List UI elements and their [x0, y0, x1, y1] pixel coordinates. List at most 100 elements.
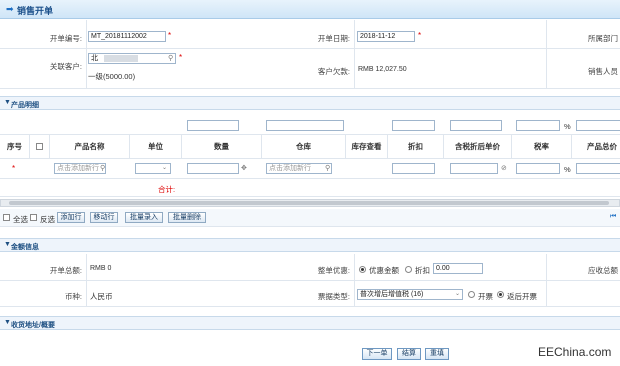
first-page-icon[interactable]: ⏮ — [610, 213, 616, 221]
invoice-type-label: 票据类型: — [317, 292, 350, 301]
filter-price-input[interactable] — [450, 120, 502, 131]
settle-button[interactable]: 结算 — [397, 348, 421, 360]
filter-discount-input[interactable] — [392, 120, 435, 131]
dept-label: 所属部门 — [588, 34, 618, 43]
total-input[interactable] — [576, 163, 620, 174]
invoice-label: 开票 — [478, 292, 493, 301]
collapse-icon: ▼ — [4, 241, 11, 248]
stepper-icon[interactable]: ✥ — [241, 164, 247, 172]
blurred-text — [103, 54, 138, 62]
percent-sign: % — [564, 122, 571, 131]
filter-total-input[interactable] — [576, 120, 620, 131]
debt-value: RMB 12,027.50 — [358, 66, 407, 73]
invoice-later-label: 返后开票 — [507, 292, 537, 301]
select-all-label: 全选 — [13, 215, 28, 224]
required-mark: * — [168, 31, 172, 40]
col-discount: 折扣 — [388, 135, 444, 159]
collapse-icon: ▼ — [4, 99, 11, 106]
next-order-button[interactable]: 下一单 — [362, 348, 392, 360]
search-icon[interactable]: ⚲ — [100, 164, 105, 172]
table-header: 序号 产品名称 单位 数量 仓库 库存查看 折扣 含税折后单价 税率 产品总价 — [0, 134, 620, 159]
required-mark: * — [418, 31, 422, 40]
move-row-button[interactable]: 移动行 — [90, 212, 118, 223]
collapse-icon: ▼ — [4, 319, 11, 326]
col-stock: 库存查看 — [346, 135, 388, 159]
total-amount-label: 开单总额: — [49, 266, 82, 275]
select-all-checkbox[interactable] — [3, 214, 10, 221]
horizontal-scrollbar[interactable] — [0, 199, 620, 207]
reset-button[interactable]: 重填 — [425, 348, 449, 360]
warehouse-input[interactable]: 点击添加新行 — [266, 163, 332, 174]
discount-label: 整单优惠: — [317, 266, 350, 275]
col-seq: 序号 — [0, 135, 30, 159]
header-checkbox[interactable] — [36, 143, 43, 150]
discount-input[interactable] — [392, 163, 435, 174]
batch-delete-button[interactable]: 批量删除 — [168, 212, 206, 223]
order-no-label: 开单编号: — [49, 34, 82, 43]
customer-level: 一级(5000.00) — [88, 72, 136, 81]
page-title: 销售开单 — [17, 6, 54, 16]
invoice-later-radio[interactable] — [497, 291, 504, 298]
required-mark: * — [179, 53, 183, 62]
search-icon[interactable]: ⚲ — [325, 164, 330, 172]
col-qty: 数量 — [182, 135, 262, 159]
invert-checkbox[interactable] — [30, 214, 37, 221]
products-toolbar: 全选 反选 添加行 移动行 批量录入 批量删除 ⏮ — [0, 209, 620, 227]
filter-tax-input[interactable] — [516, 120, 560, 131]
invoice-radio[interactable] — [468, 291, 475, 298]
row-marker: * — [12, 164, 16, 173]
search-icon[interactable]: ⚲ — [168, 54, 173, 62]
debt-label: 客户欠款: — [317, 67, 350, 76]
batch-import-button[interactable]: 批量录入 — [125, 212, 163, 223]
info-icon[interactable]: ⊘ — [501, 164, 507, 172]
customer-input[interactable]: 北 — [88, 53, 176, 64]
invoice-type-select[interactable]: 普次增后增值税 (16) — [357, 289, 463, 300]
amount-section-header[interactable]: ▼ 金额信息 — [0, 238, 620, 252]
shipping-section-title: 收货地址/概要 — [11, 322, 55, 329]
discount-rate-label: 折扣 — [415, 266, 430, 275]
shipping-section-header[interactable]: ▼ 收货地址/概要 — [0, 316, 620, 330]
discount-input[interactable]: 0.00 — [433, 263, 483, 274]
total-label: 合计: — [158, 185, 176, 194]
totals-row: 合计: — [0, 179, 620, 197]
order-date-input[interactable]: 2018-11-12 — [357, 31, 415, 42]
sales-label: 销售人员 — [588, 67, 618, 76]
price-input[interactable] — [450, 163, 498, 174]
col-warehouse: 仓库 — [262, 135, 346, 159]
currency-label: 币种: — [64, 292, 82, 301]
qty-input[interactable] — [187, 163, 239, 174]
currency-value: 人民币 — [90, 292, 113, 301]
chevron-down-icon[interactable]: ⌄ — [162, 164, 167, 171]
watermark: EEChina.com — [538, 345, 612, 359]
col-price: 含税折后单价 — [444, 135, 512, 159]
order-no-input[interactable]: MT_20181112002 — [88, 31, 166, 42]
title-bar: ➡ 销售开单 — [0, 0, 620, 19]
discount-amount-radio[interactable] — [359, 266, 366, 273]
add-row-button[interactable]: 添加行 — [57, 212, 85, 223]
discount-rate-radio[interactable] — [405, 266, 412, 273]
products-section-title: 产品明细 — [11, 102, 39, 109]
invert-label: 反选 — [40, 215, 55, 224]
customer-value: 北 — [91, 55, 98, 62]
filter-qty-input[interactable] — [187, 120, 239, 131]
product-name-input[interactable]: 点击添加新行 — [54, 163, 106, 174]
filter-warehouse-input[interactable] — [266, 120, 344, 131]
scrollbar-thumb[interactable] — [9, 201, 609, 205]
total-amount-value: RMB 0 — [90, 265, 112, 272]
receivable-label: 应收总额 — [588, 266, 618, 275]
discount-amount-label: 优惠金额 — [369, 266, 399, 275]
col-total: 产品总价 — [587, 142, 617, 151]
products-section-header[interactable]: ▼ 产品明细 — [0, 96, 620, 110]
col-unit: 单位 — [130, 135, 182, 159]
col-product: 产品名称 — [50, 135, 130, 159]
customer-label: 关联客户: — [49, 62, 82, 71]
chevron-down-icon[interactable]: ⌄ — [455, 290, 460, 297]
tax-input[interactable] — [516, 163, 560, 174]
col-check — [30, 135, 50, 159]
amount-section-title: 金额信息 — [11, 244, 39, 251]
col-tax: 税率 — [512, 135, 572, 159]
percent-sign: % — [564, 165, 571, 174]
order-date-label: 开单日期: — [317, 34, 350, 43]
table-row: * 点击添加新行 ⚲ ⌄ ✥ 点击添加新行 ⚲ ⊘ % — [0, 159, 620, 179]
arrow-right-icon: ➡ — [6, 4, 14, 14]
